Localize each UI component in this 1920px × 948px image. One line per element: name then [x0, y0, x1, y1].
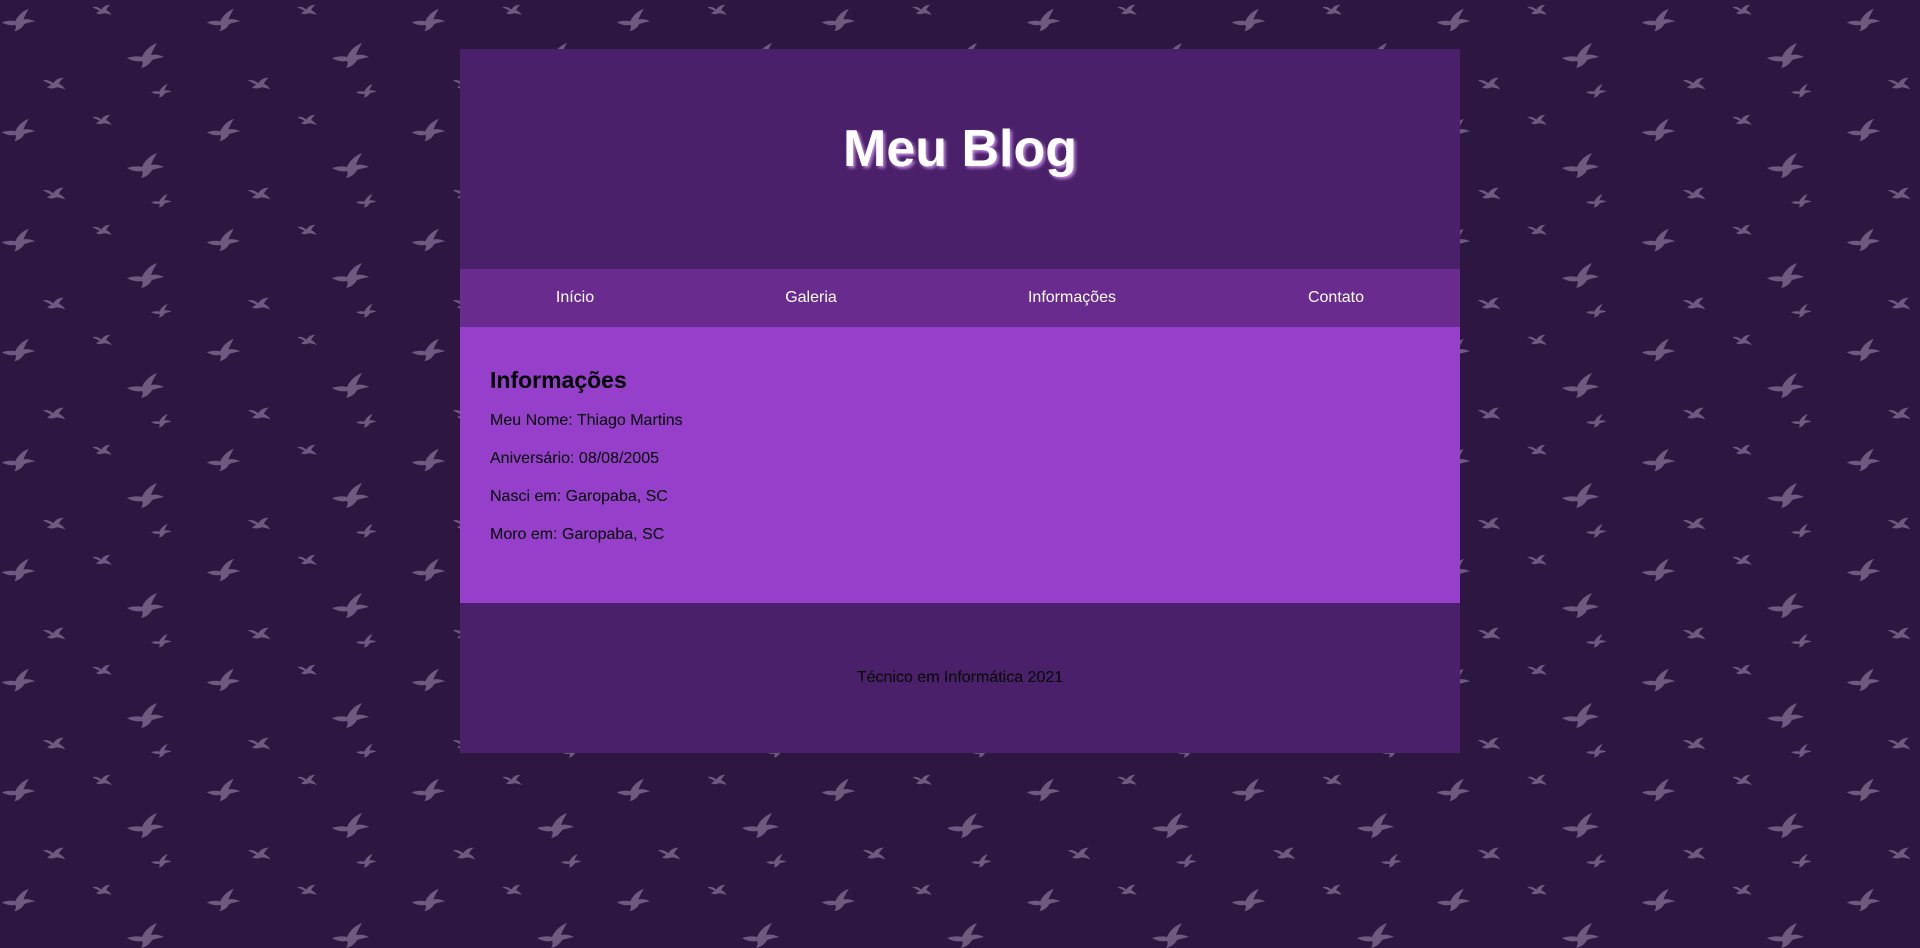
- info-birthday: Aniversário: 08/08/2005: [490, 450, 659, 467]
- nav-link-inicio[interactable]: Início: [556, 289, 594, 307]
- info-residence: Moro em: Garopaba, SC: [490, 526, 665, 543]
- info-birthplace: Nasci em: Garopaba, SC: [490, 488, 668, 505]
- footer-text: Técnico em Informática 2021: [856, 669, 1064, 686]
- site-title: Meu Blog: [843, 120, 1077, 178]
- content-section: Informações Meu Nome: Thiago Martins Ani…: [460, 327, 1460, 603]
- site-container: Meu Blog Início Galeria Informações Cont…: [460, 49, 1460, 753]
- nav-link-contato[interactable]: Contato: [1308, 289, 1364, 307]
- nav-link-galeria[interactable]: Galeria: [785, 289, 837, 307]
- site-header: Meu Blog: [460, 49, 1460, 269]
- site-footer: Técnico em Informática 2021: [460, 603, 1460, 753]
- info-name: Meu Nome: Thiago Martins: [490, 412, 683, 429]
- main-nav: Início Galeria Informações Contato: [460, 269, 1460, 327]
- nav-link-informacoes[interactable]: Informações: [1028, 289, 1116, 307]
- content-heading: Informações: [490, 367, 627, 393]
